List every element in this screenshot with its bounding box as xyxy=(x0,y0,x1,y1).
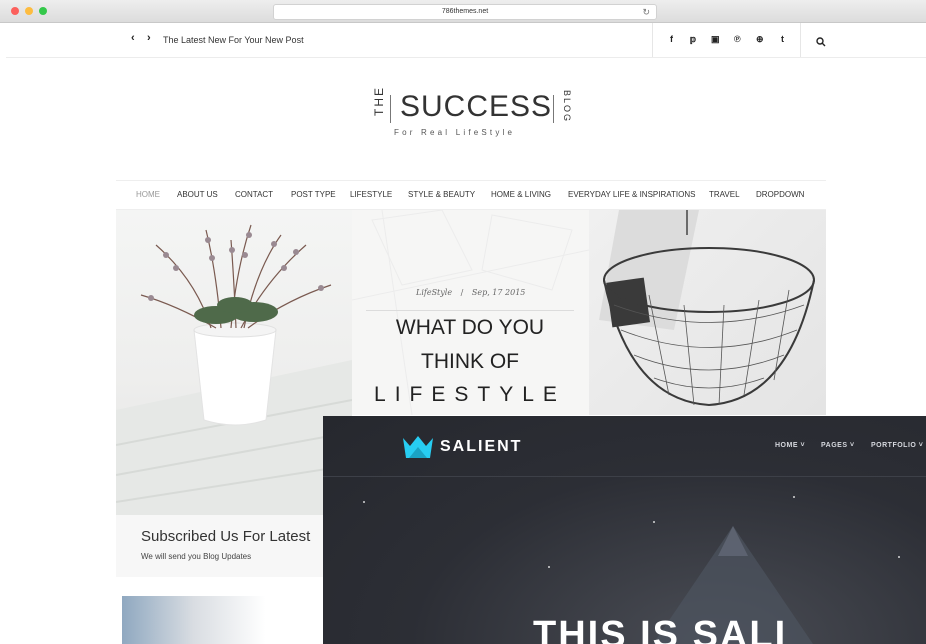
browser-title-bar: 786themes.net ↻ xyxy=(0,0,926,23)
search-icon[interactable] xyxy=(816,34,826,52)
menu-item-post-type[interactable]: POST TYPE xyxy=(291,190,336,199)
featured-image-plant[interactable] xyxy=(116,210,352,515)
menu-item-everyday-life[interactable]: EVERYDAY LIFE & INSPIRATIONS xyxy=(568,190,695,199)
top-bar: ‹ › The Latest New For Your New Post f 𝕡… xyxy=(6,23,926,58)
menu-item-style-beauty[interactable]: STYLE & BEAUTY xyxy=(408,190,475,199)
star-decor xyxy=(653,521,655,523)
star-decor xyxy=(898,556,900,558)
subscribe-box xyxy=(116,515,326,577)
plant-illustration xyxy=(116,224,352,515)
post-title-line-1[interactable]: WHAT DO YOU xyxy=(362,316,578,340)
pinterest-icon[interactable]: ℗ xyxy=(734,34,741,44)
featured-image-basket[interactable] xyxy=(589,210,826,415)
menu-item-dropdown[interactable]: DROPDOWN xyxy=(756,190,804,199)
post-date: Sep, 17 2015 xyxy=(471,288,526,297)
menu-item-travel[interactable]: TRAVEL xyxy=(709,190,740,199)
reload-icon[interactable]: ↻ xyxy=(642,5,650,19)
maximize-window-button[interactable] xyxy=(39,7,47,15)
logo-tagline: For Real LifeStyle xyxy=(394,128,516,137)
logo-the: THE xyxy=(372,86,386,116)
divider xyxy=(366,310,574,311)
basket-illustration xyxy=(599,210,815,407)
divider xyxy=(800,23,801,57)
subscribe-title: Subscribed Us For Latest xyxy=(141,528,311,545)
instagram-icon[interactable]: ▣ xyxy=(711,34,720,45)
dribbble-icon[interactable]: ⊕ xyxy=(756,34,764,45)
divider xyxy=(652,23,653,57)
star-decor xyxy=(793,496,795,498)
salient-hero-title: THIS IS SALI xyxy=(533,614,788,644)
menu-item-home-living[interactable]: HOME & LIVING xyxy=(491,190,551,199)
twitter-icon[interactable]: 𝕡 xyxy=(690,34,696,45)
prev-arrow-icon[interactable]: ‹ xyxy=(131,32,135,44)
site-logo[interactable]: SUCCESS xyxy=(400,90,552,124)
news-ticker[interactable]: The Latest New For Your New Post xyxy=(163,35,304,45)
post-title-line-3[interactable]: LIFESTYLE xyxy=(362,383,578,407)
minimize-window-button[interactable] xyxy=(25,7,33,15)
salient-theme-preview[interactable]: SALIENT HOME ˅ PAGES ˅ PORTFOLIO ˅ THIS … xyxy=(323,416,926,644)
post-thumbnail[interactable] xyxy=(122,596,327,644)
facebook-icon[interactable]: f xyxy=(670,34,673,44)
post-title-line-2[interactable]: THINK OF xyxy=(362,350,578,374)
next-arrow-icon[interactable]: › xyxy=(147,32,151,44)
meta-separator: / xyxy=(460,288,464,297)
close-window-button[interactable] xyxy=(11,7,19,15)
url-text: 786themes.net xyxy=(441,8,489,15)
main-menu: HOME ABOUT US CONTACT POST TYPE LIFESTYL… xyxy=(116,180,826,210)
menu-item-home[interactable]: HOME xyxy=(136,190,160,199)
mountain-backdrop xyxy=(653,526,813,644)
star-decor xyxy=(363,501,365,503)
logo-blog: BLOG xyxy=(562,90,572,124)
tumblr-icon[interactable]: t xyxy=(781,34,784,44)
menu-item-about-us[interactable]: ABOUT US xyxy=(177,190,218,199)
post-category[interactable]: LifeStyle xyxy=(416,288,452,297)
post-meta: LifeStyle / Sep, 17 2015 xyxy=(416,288,525,297)
star-decor xyxy=(548,566,550,568)
logo-divider xyxy=(553,95,554,123)
logo-divider xyxy=(390,95,391,123)
menu-item-contact[interactable]: CONTACT xyxy=(235,190,273,199)
address-bar[interactable]: 786themes.net ↻ xyxy=(273,4,657,20)
menu-item-lifestyle[interactable]: LIFESTYLE xyxy=(350,190,392,199)
subscribe-description: We will send you Blog Updates xyxy=(141,552,252,561)
